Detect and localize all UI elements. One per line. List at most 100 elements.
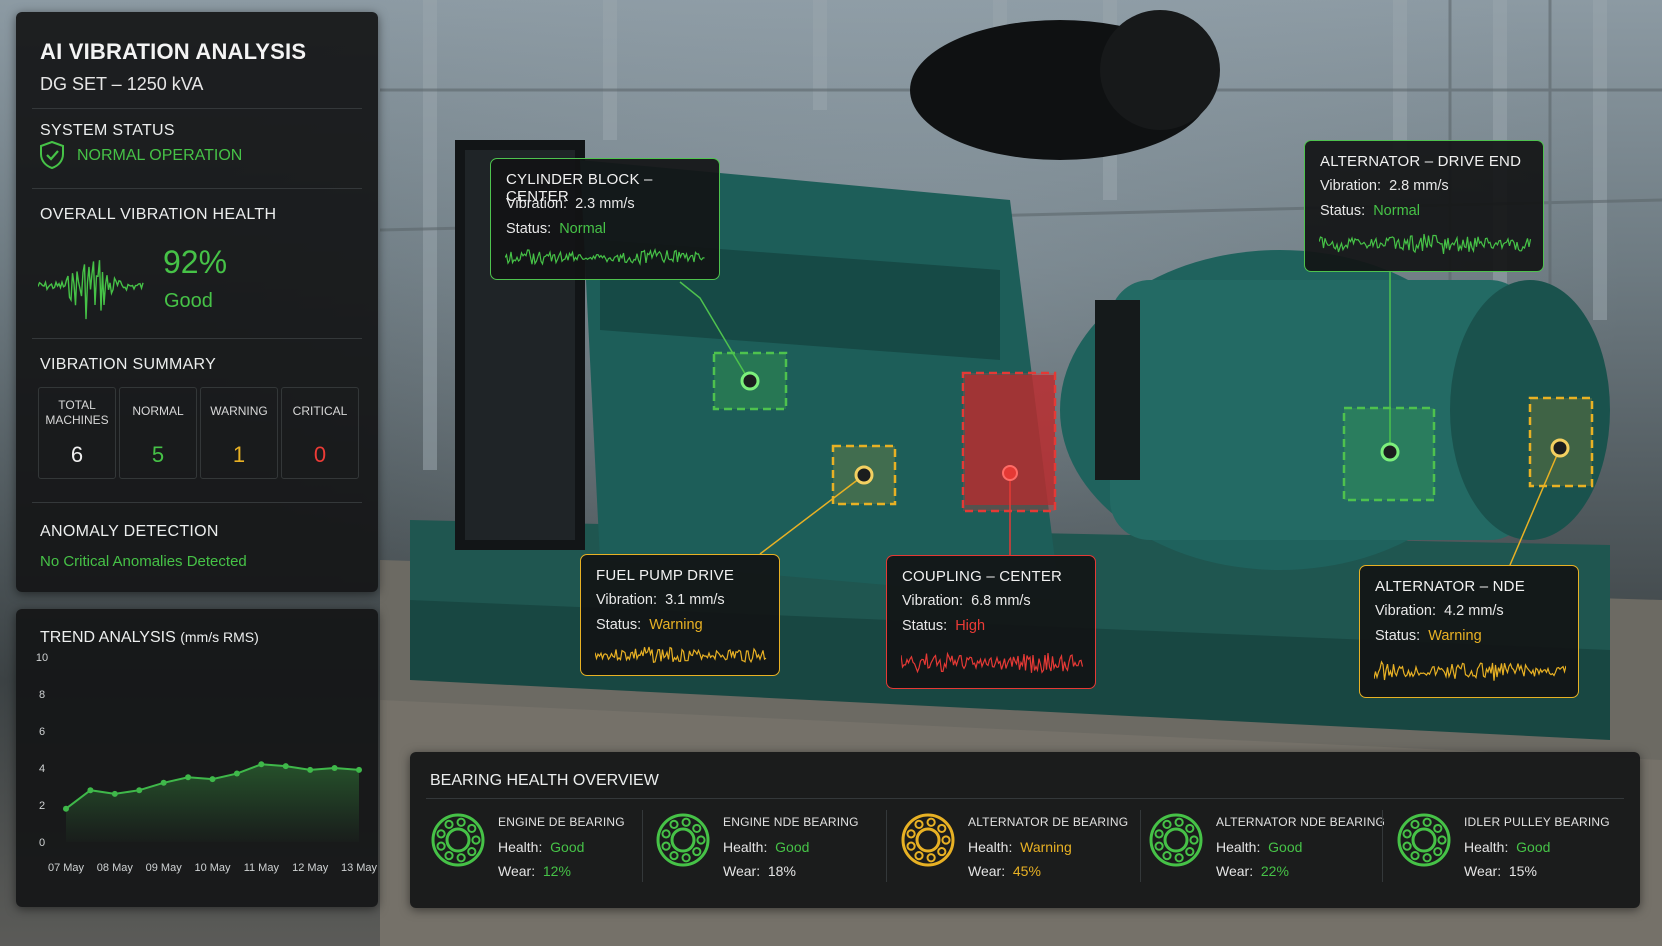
callout-vibration: Vibration: 2.3 mm/s: [506, 196, 635, 212]
hotspot-cylinder-block[interactable]: [712, 351, 788, 411]
bearing-card[interactable]: ENGINE NDE BEARING Health: Good Wear: 18…: [655, 812, 885, 892]
callout-status-value: Normal: [559, 221, 606, 237]
divider: [32, 338, 362, 339]
divider: [32, 188, 362, 189]
callout-vibration-value: 4.2 mm/s: [1444, 603, 1504, 619]
x-tick-label: 13 May: [341, 862, 378, 874]
bearing-icon: [901, 813, 955, 867]
bearing-wear-value: 45%: [1012, 863, 1041, 879]
bearing-wear-value: 12%: [542, 863, 571, 879]
app-title: AI VIBRATION ANALYSIS: [40, 39, 307, 64]
bearing-name: IDLER PULLEY BEARING: [1464, 815, 1610, 829]
summary-card-total: TOTAL MACHINES 6: [38, 387, 116, 479]
bearing-icon: [656, 813, 710, 867]
bearing-card[interactable]: ALTERNATOR DE BEARING Health: Warning We…: [900, 812, 1130, 892]
callout-alternator-nde[interactable]: ALTERNATOR – NDE Vibration: 4.2 mm/s Sta…: [1359, 565, 1579, 698]
x-tick-label: 09 May: [146, 862, 183, 874]
health-percent: 92%: [163, 244, 228, 280]
y-tick-label: 4: [39, 763, 45, 775]
y-tick-label: 8: [39, 689, 45, 701]
summary-card-normal: NORMAL 5: [119, 387, 197, 479]
callout-status-value: Warning: [1428, 628, 1482, 644]
bearing-wear-value: 22%: [1260, 863, 1289, 879]
bearing-wear: Wear: 12%: [498, 863, 571, 879]
summary-card-critical: CRITICAL 0: [281, 387, 359, 479]
summary-card-value: 5: [151, 442, 165, 467]
bearing-wear: Wear: 18%: [723, 863, 796, 879]
callout-vibration: Vibration: 4.2 mm/s: [1375, 603, 1504, 619]
bearing-name: ALTERNATOR NDE BEARING: [1216, 815, 1386, 829]
vibration-waveform-icon: [1319, 233, 1531, 254]
bearing-name: ENGINE NDE BEARING: [723, 815, 859, 829]
y-tick-label: 10: [36, 652, 48, 664]
bearing-card[interactable]: ALTERNATOR NDE BEARING Health: Good Wear…: [1148, 812, 1385, 892]
callout-vibration-value: 2.8 mm/s: [1389, 178, 1449, 194]
trend-point: [307, 766, 314, 773]
callout-vibration: Vibration: 6.8 mm/s: [902, 593, 1031, 609]
trend-analysis-panel: TREND ANALYSIS (mm/s RMS) 10 8 6 4 2 0 07 May 0…: [16, 609, 378, 907]
trend-point: [282, 763, 289, 770]
trend-point: [233, 770, 240, 777]
anomaly-detection-label: ANOMALY DETECTION: [40, 523, 219, 540]
vibration-wave-icon: [38, 260, 144, 320]
bearing-health-panel: BEARING HEALTH OVERVIEW ENGINE DE BEARIN…: [410, 752, 1640, 908]
vibration-waveform-icon: [595, 646, 767, 664]
summary-card-warning: WARNING 1: [200, 387, 278, 479]
bearing-icon: [1397, 813, 1451, 867]
summary-card-value: 6: [70, 442, 84, 467]
x-tick-label: 07 May: [48, 862, 85, 874]
shield-check-icon: [40, 140, 64, 170]
callout-fuel-pump-drive[interactable]: FUEL PUMP DRIVE Vibration: 3.1 mm/s Stat…: [580, 554, 780, 676]
y-tick-label: 6: [39, 726, 45, 738]
bearing-icon: [431, 813, 485, 867]
trend-point: [160, 779, 167, 786]
divider: [32, 502, 362, 503]
x-tick-label: 10 May: [194, 862, 231, 874]
bearing-health-value: Good: [775, 839, 810, 855]
bearing-card[interactable]: IDLER PULLEY BEARING Health: Good Wear: …: [1396, 812, 1626, 892]
summary-card-label: TOTAL MACHINES: [45, 398, 109, 427]
divider: [886, 810, 887, 882]
bearing-wear-value: 15%: [1508, 863, 1537, 879]
callout-vibration-value: 3.1 mm/s: [665, 592, 725, 608]
trend-point: [356, 766, 362, 773]
callout-cylinder-block[interactable]: CYLINDER BLOCK – CENTER Vibration: 2.3 m…: [490, 158, 720, 280]
callout-vibration: Vibration: 3.1 mm/s: [596, 592, 725, 608]
summary-card-value: 1: [232, 442, 246, 467]
bearing-card[interactable]: ENGINE DE BEARING Health: Good Wear: 12%: [430, 812, 660, 892]
trend-point: [209, 776, 216, 783]
bearing-health-value: Good: [550, 839, 585, 855]
divider: [426, 798, 1624, 799]
summary-card-value: 0: [313, 442, 327, 467]
divider: [32, 108, 362, 109]
bearing-wear: Wear: 15%: [1464, 863, 1537, 879]
callout-title: COUPLING – CENTER: [902, 568, 1063, 585]
callout-status: Status: High: [902, 618, 986, 634]
overall-health-label: OVERALL VIBRATION HEALTH: [40, 206, 277, 223]
summary-card-label: NORMAL: [132, 404, 184, 418]
bearing-health-value: Warning: [1020, 839, 1072, 855]
callout-title: ALTERNATOR – DRIVE END: [1320, 153, 1522, 170]
trend-chart: 10 8 6 4 2 0 07 May 08 May 09 May 10 May 11 May 12 …: [36, 652, 378, 874]
vibration-waveform-icon: [1374, 660, 1566, 681]
trend-point: [63, 805, 69, 812]
callout-coupling-center[interactable]: COUPLING – CENTER Vibration: 6.8 mm/s St…: [886, 555, 1096, 689]
x-tick-label: 12 May: [292, 862, 329, 874]
x-tick-label: 11 May: [244, 862, 280, 874]
trend-point: [136, 787, 143, 794]
anomaly-detection-value: No Critical Anomalies Detected: [40, 553, 247, 570]
y-tick-label: 2: [39, 800, 45, 812]
y-tick-label: 0: [39, 837, 45, 849]
hotspot-alternator-de[interactable]: [1342, 406, 1436, 502]
hotspot-alternator-nde[interactable]: [1528, 396, 1594, 488]
trend-point: [185, 774, 192, 781]
callout-status: Status: Warning: [1375, 628, 1482, 644]
divider: [1140, 810, 1141, 882]
callout-status: Status: Normal: [506, 221, 606, 237]
trend-point: [87, 787, 94, 794]
bearing-health: Health: Good: [723, 839, 810, 855]
app-subtitle: DG SET – 1250 kVA: [40, 74, 204, 94]
callout-alternator-drive-end[interactable]: ALTERNATOR – DRIVE END Vibration: 2.8 mm…: [1304, 140, 1544, 272]
hotspot-coupling[interactable]: [961, 371, 1057, 513]
hotspot-fuel-pump[interactable]: [831, 444, 897, 506]
